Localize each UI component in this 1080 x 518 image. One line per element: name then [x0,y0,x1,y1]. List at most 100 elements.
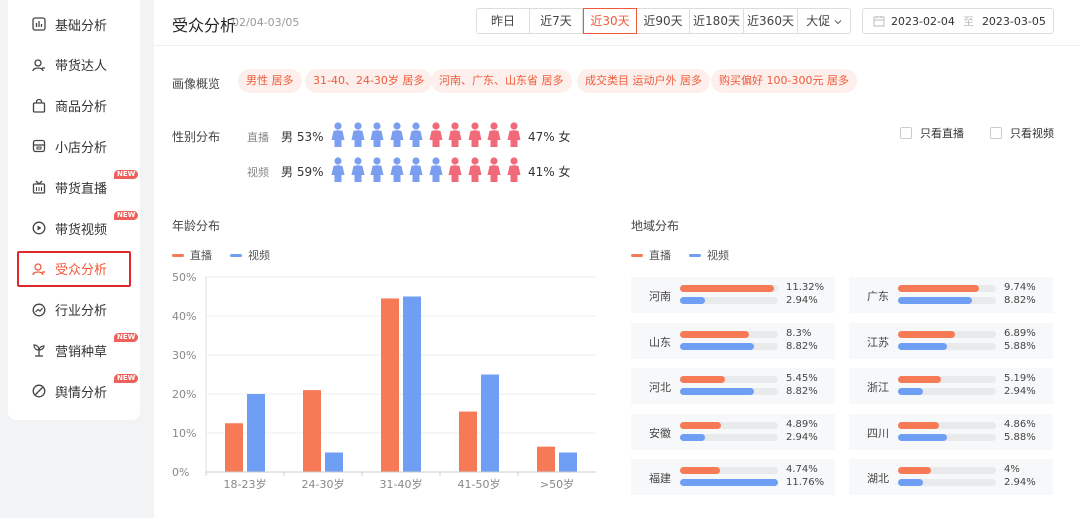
sidebar-item-3[interactable]: 小店分析 [18,128,130,164]
sidebar-item-label: 商品分析 [55,100,108,116]
bar-live [898,330,956,338]
bar-video [680,342,754,350]
chevron-down-icon [834,19,842,24]
gender-row-label: 直播 [247,131,269,144]
male-person-icon [429,157,443,183]
x-tick-label: 41-50岁 [458,477,501,491]
legend-swatch-live [172,253,184,257]
range-label: 大促 [806,14,831,28]
region-live-value: 11.32% [786,282,825,293]
date-range-picker[interactable]: 2023-02-04 至 2023-03-05 [862,8,1054,34]
checkbox-box [990,127,1002,139]
region-name: 山东 [649,335,671,349]
region-video-value: 5.88% [1004,340,1036,352]
page-title: 受众分析 [172,16,237,35]
female-person-icon [429,122,443,148]
bar-video [680,479,778,486]
male-person-icon [390,122,404,148]
bar-live [898,376,942,383]
user-icon [32,262,46,276]
only-live-checkbox[interactable]: 只看直播 [900,125,964,141]
y-tick-label: 30% [172,349,196,362]
region-name: 四川 [867,426,889,440]
female-person-icon [468,122,482,148]
female-person-icon [487,122,501,148]
male-percent: 男 59% [281,165,324,179]
range-button-4[interactable]: 近180天 [690,9,744,33]
female-percent: 41% 女 [528,165,571,179]
sidebar-item-label: 带货直播 [55,181,108,197]
region-name: 湖北 [867,472,889,485]
sidebar: 基础分析带货达人商品分析小店分析带货直播 NEW 带货视频 NEW 受众分析行业分析营销… [8,0,140,420]
region-name: 河南 [649,290,671,303]
region-video-value: 5.88% [1004,431,1036,443]
trend-icon [32,303,46,317]
sidebar-item-1[interactable]: 带货达人 [18,47,130,83]
bar-video [559,452,577,472]
bar-chart-icon [32,17,46,31]
bar-video [898,479,923,486]
portrait-tag: 成交类目 运动户外 居多 [577,69,710,93]
range-button-5[interactable]: 近360天 [744,9,798,33]
legend-swatch-live [631,253,643,257]
only-live-label: 只看直播 [920,127,964,140]
bar-live [898,467,932,474]
legend-live: 直播 [649,249,671,262]
sidebar-item-4[interactable]: 带货直播 NEW [18,169,139,205]
x-tick-label: 24-30岁 [302,477,345,491]
calendar-icon [873,16,885,27]
only-video-checkbox[interactable]: 只看视频 [990,125,1054,141]
range-button-0[interactable]: 昨日 [477,9,530,33]
x-tick-label: >50岁 [540,477,574,491]
sidebar-item-2[interactable]: 商品分析 [18,88,130,124]
legend-swatch-video [230,253,242,257]
new-badge: NEW [114,170,139,180]
bar-live [898,285,980,292]
legend-swatch-video [689,253,701,257]
portrait-tag: 31-40、24-30岁 居多 [305,69,433,93]
sidebar-item-8[interactable]: 营销种草 NEW [18,332,139,368]
new-badge: NEW [114,374,139,384]
portrait-label: 画像概览 [172,77,221,91]
bar-video [898,297,972,304]
range-button-6[interactable]: 大促 [798,9,850,33]
sprout-icon [32,343,46,358]
y-tick-label: 40% [172,310,196,323]
female-person-icon [448,157,462,183]
sidebar-item-9[interactable]: 舆情分析 NEW [18,373,139,409]
male-person-icon [390,157,404,183]
range-button-1[interactable]: 近7天 [530,9,583,33]
opinion-icon [32,384,46,398]
sidebar-item-0[interactable]: 基础分析 [18,6,130,42]
bar-video [680,297,705,304]
bar-live [381,298,399,472]
y-tick-label: 20% [172,388,196,401]
region-live-value: 5.19% [1004,373,1036,384]
region-live-value: 5.45% [786,373,818,384]
sidebar-item-5[interactable]: 带货视频 NEW [18,210,139,246]
bar-video [680,433,705,441]
page-subtitle: 02/04-03/05 [232,16,300,29]
bar-live [303,390,321,472]
region-live-value: 4.86% [1004,418,1036,430]
range-button-3[interactable]: 近90天 [637,9,690,33]
y-tick-label: 50% [172,271,196,284]
bar-video [325,452,343,472]
sidebar-item-6[interactable]: 受众分析 [17,250,131,287]
region-name: 江苏 [867,335,889,349]
sidebar-item-7[interactable]: 行业分析 [18,292,130,328]
bar-live [225,423,243,472]
region-legend: 直播 视频 [631,247,729,263]
male-person-icon [351,157,365,183]
age-title: 年龄分布 [172,219,221,233]
region-video-value: 2.94% [1004,386,1036,397]
legend-video: 视频 [707,249,729,262]
store-icon [32,139,46,153]
portrait-tag: 购买偏好 100-300元 居多 [711,69,857,93]
range-button-2[interactable]: 近30天 [583,8,637,34]
only-video-label: 只看视频 [1010,127,1054,140]
bar-live [898,421,939,429]
main-panel: 受众分析 02/04-03/05 昨日 近7天 近30天 近90天 近180天 近360天… [154,0,1080,518]
bar-video [680,388,754,395]
male-person-icon [370,122,384,148]
